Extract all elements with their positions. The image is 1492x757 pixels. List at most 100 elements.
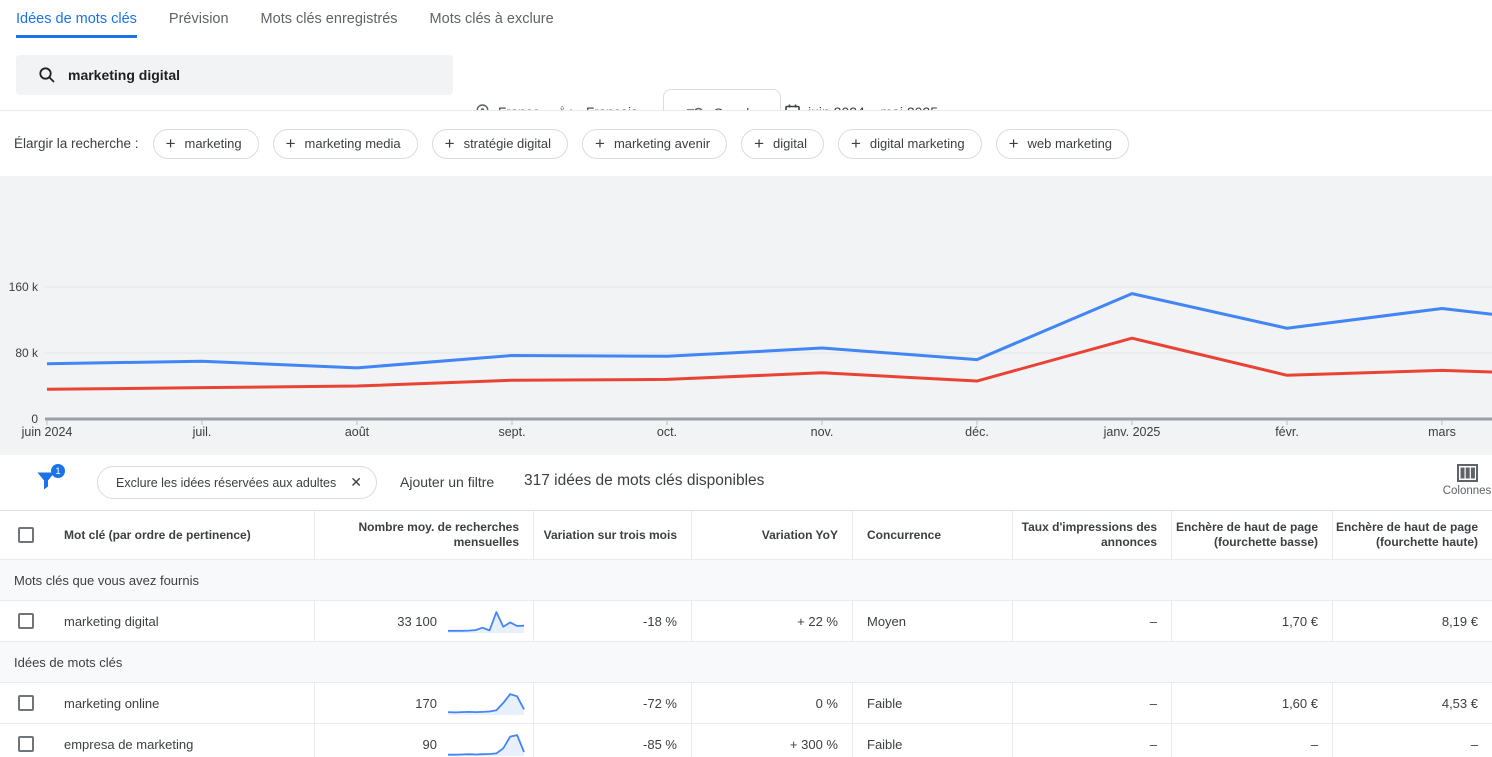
expand-chip-digital-marketing[interactable]: + digital marketing: [838, 129, 982, 159]
select-all-checkbox[interactable]: [18, 527, 34, 543]
avg-searches-value: 90: [423, 737, 437, 752]
filter-bar: 1 Exclure les idées réservées aux adulte…: [0, 455, 1492, 511]
sparkline-area: [448, 735, 524, 756]
table-header-row: Mot clé (par ordre de pertinence) Nombre…: [0, 511, 1492, 560]
header-label: Taux d'impressions des annonces: [1013, 520, 1157, 550]
header-yoy-change[interactable]: Variation YoY: [692, 511, 853, 559]
keyword-planner-page: Idées de mots clés Prévision Mots clés e…: [0, 0, 1492, 757]
expand-chip-web-marketing[interactable]: + web marketing: [996, 129, 1129, 159]
keyword-table: Mot clé (par ordre de pertinence) Nombre…: [0, 511, 1492, 757]
x-tick-label: juin 2024: [22, 425, 73, 439]
header-three-month-change[interactable]: Variation sur trois mois: [534, 511, 692, 559]
header-label: Variation sur trois mois: [544, 528, 677, 543]
chip-label: marketing media: [305, 136, 401, 151]
active-filter-chip[interactable]: Exclure les idées réservées aux adultes …: [97, 466, 377, 499]
columns-label: Colonnes: [1443, 485, 1492, 497]
cell-keyword: marketing online: [0, 683, 315, 723]
x-tick-label: déc.: [965, 425, 989, 439]
table-row: marketing online 170 -72 % 0 % Faible – …: [0, 683, 1492, 724]
header-keyword[interactable]: Mot clé (par ordre de pertinence): [0, 511, 315, 559]
tab-label: Idées de mots clés: [16, 11, 137, 27]
header-label: Concurrence: [867, 528, 941, 543]
chip-label: marketing avenir: [614, 136, 710, 151]
header-label: Mot clé (par ordre de pertinence): [64, 528, 251, 543]
cell-avg-searches: 33 100: [315, 601, 534, 641]
x-tick-label: oct.: [657, 425, 677, 439]
cell-bid-low: 1,70 €: [1172, 601, 1333, 641]
section-provided-keywords: Mots clés que vous avez fournis: [0, 560, 1492, 601]
row-checkbox[interactable]: [18, 613, 34, 629]
tab-saved-keywords[interactable]: Mots clés enregistrés: [261, 0, 398, 38]
cell-keyword: marketing digital: [0, 601, 315, 641]
chip-label: digital: [773, 136, 807, 151]
expand-chip-marketing-media[interactable]: +marketing media: [273, 129, 418, 159]
cell-keyword: empresa de marketing: [0, 724, 315, 757]
header-label: Enchère de haut de page (fourchette haut…: [1333, 520, 1478, 550]
expand-chip-digital[interactable]: +digital: [741, 129, 824, 159]
cell-three-month-change: -85 %: [534, 724, 692, 757]
row-checkbox[interactable]: [18, 736, 34, 752]
trend-sparkline: [447, 690, 525, 716]
table-row: empresa de marketing 90 -85 % + 300 % Fa…: [0, 724, 1492, 757]
keyword-text: empresa de marketing: [64, 737, 193, 752]
filter-chip-label: Exclure les idées réservées aux adultes: [116, 476, 336, 490]
columns-button[interactable]: Colonnes: [1432, 464, 1492, 497]
expand-chip-marketing-avenir[interactable]: + marketing avenir: [582, 129, 727, 159]
cell-competition: Faible: [853, 724, 1013, 757]
row-checkbox[interactable]: [18, 695, 34, 711]
cell-yoy-change: 0 %: [692, 683, 853, 723]
expand-chip-marketing[interactable]: +marketing: [153, 129, 259, 159]
cell-bid-high: 8,19 €: [1333, 601, 1492, 641]
x-tick-label: juil.: [193, 425, 212, 439]
header-label: Variation YoY: [762, 528, 838, 543]
expand-search-row: Élargir la recherche : +marketing +marke…: [0, 111, 1492, 176]
y-tick-80k: 80 k: [0, 346, 38, 360]
plus-icon: +: [595, 135, 605, 152]
header-label: Enchère de haut de page (fourchette bass…: [1172, 520, 1318, 550]
cell-three-month-change: -18 %: [534, 601, 692, 641]
tab-forecast[interactable]: Prévision: [169, 0, 229, 38]
section-keyword-ideas: Idées de mots clés: [0, 642, 1492, 683]
trend-sparkline: [447, 608, 525, 634]
search-icon: [38, 66, 56, 84]
plus-icon: +: [1009, 135, 1019, 152]
cell-bid-high: –: [1333, 724, 1492, 757]
tab-keyword-ideas[interactable]: Idées de mots clés: [16, 0, 137, 38]
cell-ad-impression-share: –: [1013, 601, 1172, 641]
keyword-search-input[interactable]: [68, 67, 428, 83]
cell-competition: Moyen: [853, 601, 1013, 641]
plus-icon: +: [851, 135, 861, 152]
chip-label: digital marketing: [870, 136, 965, 151]
cell-ad-impression-share: –: [1013, 724, 1172, 757]
plus-icon: +: [445, 135, 455, 152]
expand-chip-strategie-digital[interactable]: +stratégie digital: [432, 129, 568, 159]
cell-bid-low: 1,60 €: [1172, 683, 1333, 723]
header-competition[interactable]: Concurrence: [853, 511, 1013, 559]
remove-filter-icon[interactable]: ✕: [350, 474, 362, 491]
header-label: Nombre moy. de recherches mensuelles: [315, 520, 519, 550]
cell-yoy-change: + 300 %: [692, 724, 853, 757]
header-avg-monthly-searches[interactable]: Nombre moy. de recherches mensuelles: [315, 511, 534, 559]
header-ad-impression-share[interactable]: Taux d'impressions des annonces: [1013, 511, 1172, 559]
trend-sparkline: [447, 731, 525, 757]
plus-icon: +: [166, 135, 176, 152]
table-row: marketing digital 33 100 -18 % + 22 % Mo…: [0, 601, 1492, 642]
chip-label: web marketing: [1028, 136, 1113, 151]
keyword-search-box[interactable]: [16, 55, 453, 95]
x-tick-label: sept.: [498, 425, 525, 439]
y-tick-160k: 160 k: [0, 280, 38, 294]
header-top-of-page-bid-high[interactable]: Enchère de haut de page (fourchette haut…: [1333, 511, 1492, 559]
search-volume-trend-chart: 160 k 80 k 0 juin 2024 juil. août sept. …: [0, 176, 1492, 455]
filter-funnel-button[interactable]: 1: [36, 470, 58, 492]
cell-yoy-change: + 22 %: [692, 601, 853, 641]
header-top-of-page-bid-low[interactable]: Enchère de haut de page (fourchette bass…: [1172, 511, 1333, 559]
cell-avg-searches: 170: [315, 683, 534, 723]
add-filter-button[interactable]: Ajouter un filtre: [400, 474, 494, 490]
section-label: Idées de mots clés: [14, 655, 122, 670]
tab-negative-keywords[interactable]: Mots clés à exclure: [430, 0, 554, 38]
x-tick-label: août: [345, 425, 369, 439]
expand-search-label: Élargir la recherche :: [14, 136, 139, 151]
cell-ad-impression-share: –: [1013, 683, 1172, 723]
cell-bid-high: 4,53 €: [1333, 683, 1492, 723]
tab-label: Prévision: [169, 11, 229, 27]
